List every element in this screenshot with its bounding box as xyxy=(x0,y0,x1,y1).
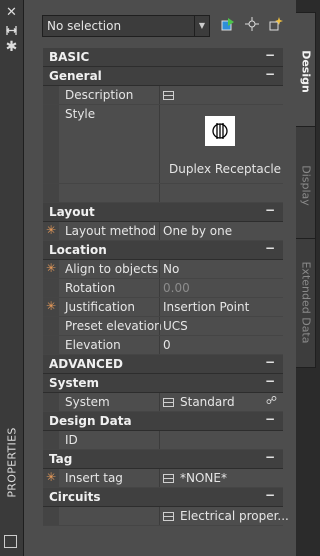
collapse-icon[interactable]: − xyxy=(265,355,275,369)
autohide-icon[interactable] xyxy=(5,24,18,37)
description-editor-icon[interactable] xyxy=(163,88,180,102)
section-system[interactable]: System − xyxy=(43,374,283,393)
style-caption: Duplex Receptacle xyxy=(169,162,282,176)
asterisk-icon: ✳ xyxy=(45,261,57,275)
chevron-down-icon[interactable]: ▼ xyxy=(194,16,209,36)
tab-strip: Design Display Extended Data xyxy=(296,0,317,556)
circuit-icon xyxy=(163,512,174,521)
property-insert-tag[interactable]: ✳ Insert tag *NONE* xyxy=(43,469,283,488)
property-elevation[interactable]: Elevation 0 xyxy=(43,336,283,355)
section-advanced[interactable]: ADVANCED − xyxy=(43,355,283,374)
section-basic[interactable]: BASIC − xyxy=(43,48,283,67)
collapse-icon[interactable]: − xyxy=(265,450,275,464)
property-circuits[interactable]: Electrical proper... xyxy=(43,507,289,526)
selection-dropdown[interactable]: No selection ▼ xyxy=(42,15,210,37)
asterisk-icon: ✳ xyxy=(45,470,57,484)
section-circuits[interactable]: Circuits − xyxy=(43,488,283,507)
system-icon xyxy=(163,398,174,407)
section-general[interactable]: General − xyxy=(43,67,283,86)
toggle-pickadd-icon[interactable] xyxy=(266,16,286,36)
quick-select-icon[interactable] xyxy=(218,16,238,36)
gear-icon[interactable]: ✱ xyxy=(5,40,18,54)
palette-menu-icon[interactable] xyxy=(4,535,17,548)
tag-icon xyxy=(163,474,174,483)
palette-title: PROPERTIES xyxy=(5,427,19,498)
property-rotation[interactable]: Rotation 0.00 xyxy=(43,279,283,298)
collapse-icon[interactable]: − xyxy=(265,374,275,388)
collapse-icon[interactable]: − xyxy=(265,488,275,502)
close-icon[interactable]: ✕ xyxy=(5,6,18,19)
property-align[interactable]: ✳ Align to objects No xyxy=(43,260,283,279)
section-tag[interactable]: Tag − xyxy=(43,450,283,469)
collapse-icon[interactable]: − xyxy=(265,203,275,217)
tab-design[interactable]: Design xyxy=(296,12,316,132)
property-justification[interactable]: ✳ Justification Insertion Point xyxy=(43,298,283,317)
section-location[interactable]: Location − xyxy=(43,241,283,260)
property-description[interactable]: Description xyxy=(43,86,283,105)
binoculars-icon[interactable]: ☍ xyxy=(266,394,277,407)
asterisk-icon: ✳ xyxy=(45,223,57,237)
section-design-data[interactable]: Design Data − xyxy=(43,412,283,431)
property-system[interactable]: System Standard ☍ xyxy=(43,393,283,412)
collapse-icon[interactable]: − xyxy=(265,48,275,62)
selection-value: No selection xyxy=(47,19,122,33)
style-thumbnail[interactable] xyxy=(205,116,235,146)
collapse-icon[interactable]: − xyxy=(265,241,275,255)
property-id[interactable]: ID xyxy=(43,431,283,450)
property-grid: BASIC − General − Description Style Layout… xyxy=(43,48,289,526)
palette-strip: ✕ ✱ PROPERTIES xyxy=(0,0,24,556)
property-layout-method[interactable]: ✳ Layout method One by one xyxy=(43,222,283,241)
style-spacer xyxy=(43,184,283,203)
collapse-icon[interactable]: − xyxy=(265,412,275,426)
property-preset-elevation[interactable]: Preset elevation UCS xyxy=(43,317,283,336)
section-layout[interactable]: Layout − xyxy=(43,203,283,222)
tab-display[interactable]: Display xyxy=(296,126,316,246)
asterisk-icon: ✳ xyxy=(45,299,57,313)
collapse-icon[interactable]: − xyxy=(265,67,275,81)
tab-extended-data[interactable]: Extended Data xyxy=(296,238,316,368)
select-objects-icon[interactable] xyxy=(242,16,262,36)
